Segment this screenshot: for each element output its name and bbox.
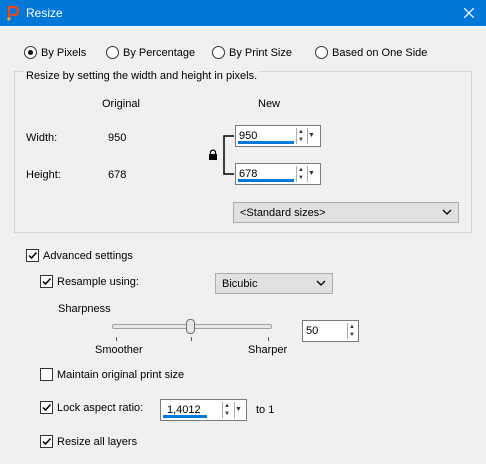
spin-arrows[interactable]: ▲ ▼ — [296, 128, 305, 144]
sharpness-spinbox[interactable]: 50 ▲ ▼ — [302, 320, 359, 342]
smoother-label: Smoother — [95, 344, 143, 356]
title-bar: Resize — [0, 0, 486, 26]
spin-arrows[interactable]: ▲ ▼ — [222, 402, 231, 418]
checkbox-box — [40, 435, 53, 448]
checkmark-icon — [42, 437, 52, 446]
checkmark-icon — [42, 403, 52, 412]
radio-circle — [106, 46, 119, 59]
paintshop-icon — [7, 5, 20, 21]
new-height-spinbox[interactable]: 678 ▲ ▼ ▼ — [235, 163, 321, 185]
original-width-value: 950 — [108, 132, 127, 144]
resize-all-layers-checkbox[interactable]: Resize all layers — [40, 435, 137, 448]
chevron-down-icon — [316, 280, 326, 286]
radio-by-percentage[interactable]: By Percentage — [106, 46, 195, 59]
resample-method-dropdown[interactable]: Bicubic — [215, 273, 333, 294]
standard-sizes-value: <Standard sizes> — [240, 207, 326, 219]
close-button[interactable] — [452, 0, 486, 26]
radio-by-print-size[interactable]: By Print Size — [212, 46, 292, 59]
close-icon — [464, 8, 474, 18]
checkbox-box — [26, 249, 39, 262]
slider-tick — [116, 337, 117, 341]
checkbox-box — [40, 368, 53, 381]
original-header: Original — [102, 98, 140, 110]
checkmark-icon — [28, 251, 38, 260]
maintain-print-size-label: Maintain original print size — [57, 368, 185, 381]
new-width-spinbox[interactable]: 950 ▲ ▼ ▼ — [235, 125, 321, 147]
spin-dropdown[interactable]: ▼ — [234, 402, 242, 418]
lock-aspect-ratio-label: Lock aspect ratio: — [57, 401, 144, 414]
lock-icon — [209, 149, 217, 160]
new-header: New — [258, 98, 281, 110]
sharpness-slider-thumb[interactable] — [186, 319, 195, 334]
sharpness-value: 50 — [306, 325, 319, 337]
radio-label: By Print Size — [229, 46, 292, 59]
radio-based-on-one-side[interactable]: Based on One Side — [315, 46, 427, 59]
advanced-settings-checkbox[interactable]: Advanced settings — [26, 249, 133, 262]
spin-arrows[interactable]: ▲ ▼ — [347, 323, 356, 339]
radio-circle-selected — [24, 46, 37, 59]
width-label: Width: — [26, 132, 58, 144]
radio-by-pixels[interactable]: By Pixels — [24, 46, 86, 59]
checkmark-icon — [42, 277, 52, 286]
resize-all-layers-label: Resize all layers — [57, 435, 138, 448]
standard-sizes-dropdown[interactable]: <Standard sizes> — [233, 202, 459, 223]
radio-label: By Pixels — [41, 46, 87, 59]
lock-aspect-ratio-checkbox[interactable]: Lock aspect ratio: — [40, 401, 143, 414]
height-label: Height: — [26, 169, 61, 181]
ratio-suffix: to 1 — [256, 404, 275, 416]
maintain-print-size-checkbox[interactable]: Maintain original print size — [40, 368, 184, 381]
radio-label: By Percentage — [123, 46, 196, 59]
group-caption: Resize by setting the width and height i… — [24, 70, 260, 82]
radio-circle — [315, 46, 328, 59]
radio-circle — [212, 46, 225, 59]
sharper-label: Sharper — [248, 344, 288, 356]
value-underline — [238, 141, 294, 144]
slider-tick — [191, 337, 192, 341]
resample-checkbox[interactable]: Resample using: — [40, 275, 139, 288]
checkbox-box — [40, 275, 53, 288]
advanced-settings-label: Advanced settings — [43, 249, 133, 262]
value-underline — [238, 179, 294, 182]
sharpness-label: Sharpness — [58, 303, 111, 315]
spin-arrows[interactable]: ▲ ▼ — [296, 166, 305, 182]
original-height-value: 678 — [108, 169, 127, 181]
radio-label: Based on One Side — [332, 46, 428, 59]
slider-tick — [268, 337, 269, 341]
resample-method-value: Bicubic — [222, 278, 258, 290]
aspect-ratio-spinbox[interactable]: 1,4012 ▲ ▼ ▼ — [160, 399, 247, 421]
spin-dropdown[interactable]: ▼ — [307, 166, 315, 182]
chevron-down-icon — [442, 209, 452, 215]
value-underline — [163, 415, 207, 418]
resample-label: Resample using: — [57, 275, 139, 288]
window-title: Resize — [26, 6, 63, 20]
checkbox-box — [40, 401, 53, 414]
spin-dropdown[interactable]: ▼ — [307, 128, 315, 144]
